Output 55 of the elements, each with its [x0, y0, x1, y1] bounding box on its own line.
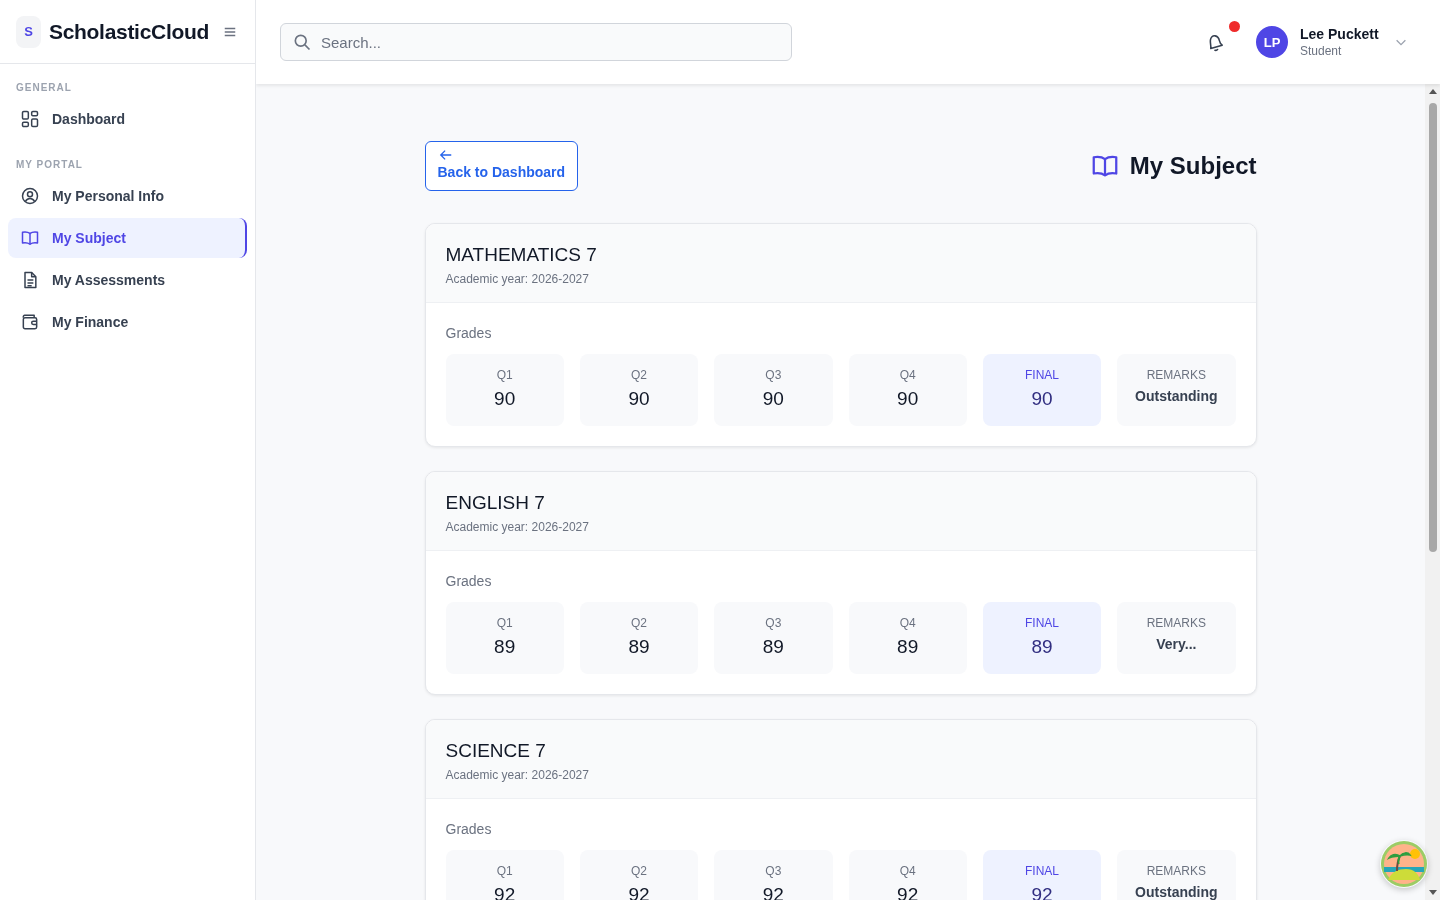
grade-value: 89 [628, 636, 650, 658]
logo: S [16, 15, 41, 48]
user-name: Lee Puckett [1300, 26, 1380, 42]
remarks-value: Very... [1156, 636, 1197, 652]
grade-label: REMARKS [1146, 368, 1206, 382]
grade-value: 90 [494, 388, 516, 410]
subject-name: SCIENCE 7 [445, 740, 547, 762]
grade-label: Q1 [496, 368, 513, 382]
grades-label: Grades [445, 821, 493, 837]
grade-label: Q1 [496, 616, 513, 630]
grade-value: 89 [494, 636, 516, 658]
grade-value: 90 [1031, 388, 1053, 410]
back-button[interactable]: Back to Dashboard [424, 141, 579, 191]
grade-label: Q1 [496, 864, 513, 878]
grade-label: REMARKS [1146, 864, 1206, 878]
nav-item[interactable]: My Subject [8, 218, 247, 258]
avatar: LP [1256, 26, 1288, 58]
subject-name: ENGLISH 7 [445, 492, 546, 514]
grade-label: REMARKS [1146, 616, 1206, 630]
grade-label: Q4 [899, 864, 916, 878]
grades-label: Grades [445, 325, 493, 341]
section-heading: MY PORTAL [15, 158, 84, 172]
grade-label: Q4 [899, 368, 916, 382]
grade-label: Q2 [631, 864, 647, 878]
grade-label: Q2 [631, 368, 647, 382]
grade-label: Q2 [631, 616, 647, 630]
grade-value: 90 [897, 388, 919, 410]
grade-label: Q3 [765, 368, 782, 382]
grade-label: Q3 [765, 864, 782, 878]
app-name: ScholasticCloud [48, 19, 209, 44]
grade-label: FINAL [1025, 368, 1059, 382]
nav-item[interactable]: Dashboard [8, 99, 247, 139]
grade-value: 89 [762, 636, 784, 658]
grade-label: Q3 [765, 616, 782, 630]
academic-year: Academic year: 2026-2027 [445, 768, 590, 782]
grade-label: Q4 [899, 616, 916, 630]
nav-item[interactable]: My Finance [8, 302, 247, 342]
academic-year: Academic year: 2026-2027 [445, 272, 590, 286]
grade-label: FINAL [1025, 864, 1059, 878]
grade-value: 89 [897, 636, 919, 658]
grades-label: Grades [445, 573, 493, 589]
grade-value: 90 [628, 388, 650, 410]
page-title: My Subject [1129, 152, 1257, 180]
search-field[interactable]: Search... [280, 23, 792, 61]
section-heading: GENERAL [15, 81, 73, 95]
grade-label: FINAL [1025, 616, 1059, 630]
academic-year: Academic year: 2026-2027 [445, 520, 590, 534]
remarks-value: Outstanding [1135, 388, 1218, 404]
user-role: Student [1300, 44, 1343, 58]
nav-item[interactable]: My Assessments [8, 260, 247, 300]
nav-item[interactable]: My Personal Info [8, 176, 247, 216]
grade-value: 90 [762, 388, 784, 410]
grade-value: 89 [1031, 636, 1053, 658]
subject-name: MATHEMATICS 7 [445, 244, 598, 266]
remarks-value: Outstanding [1135, 884, 1218, 900]
